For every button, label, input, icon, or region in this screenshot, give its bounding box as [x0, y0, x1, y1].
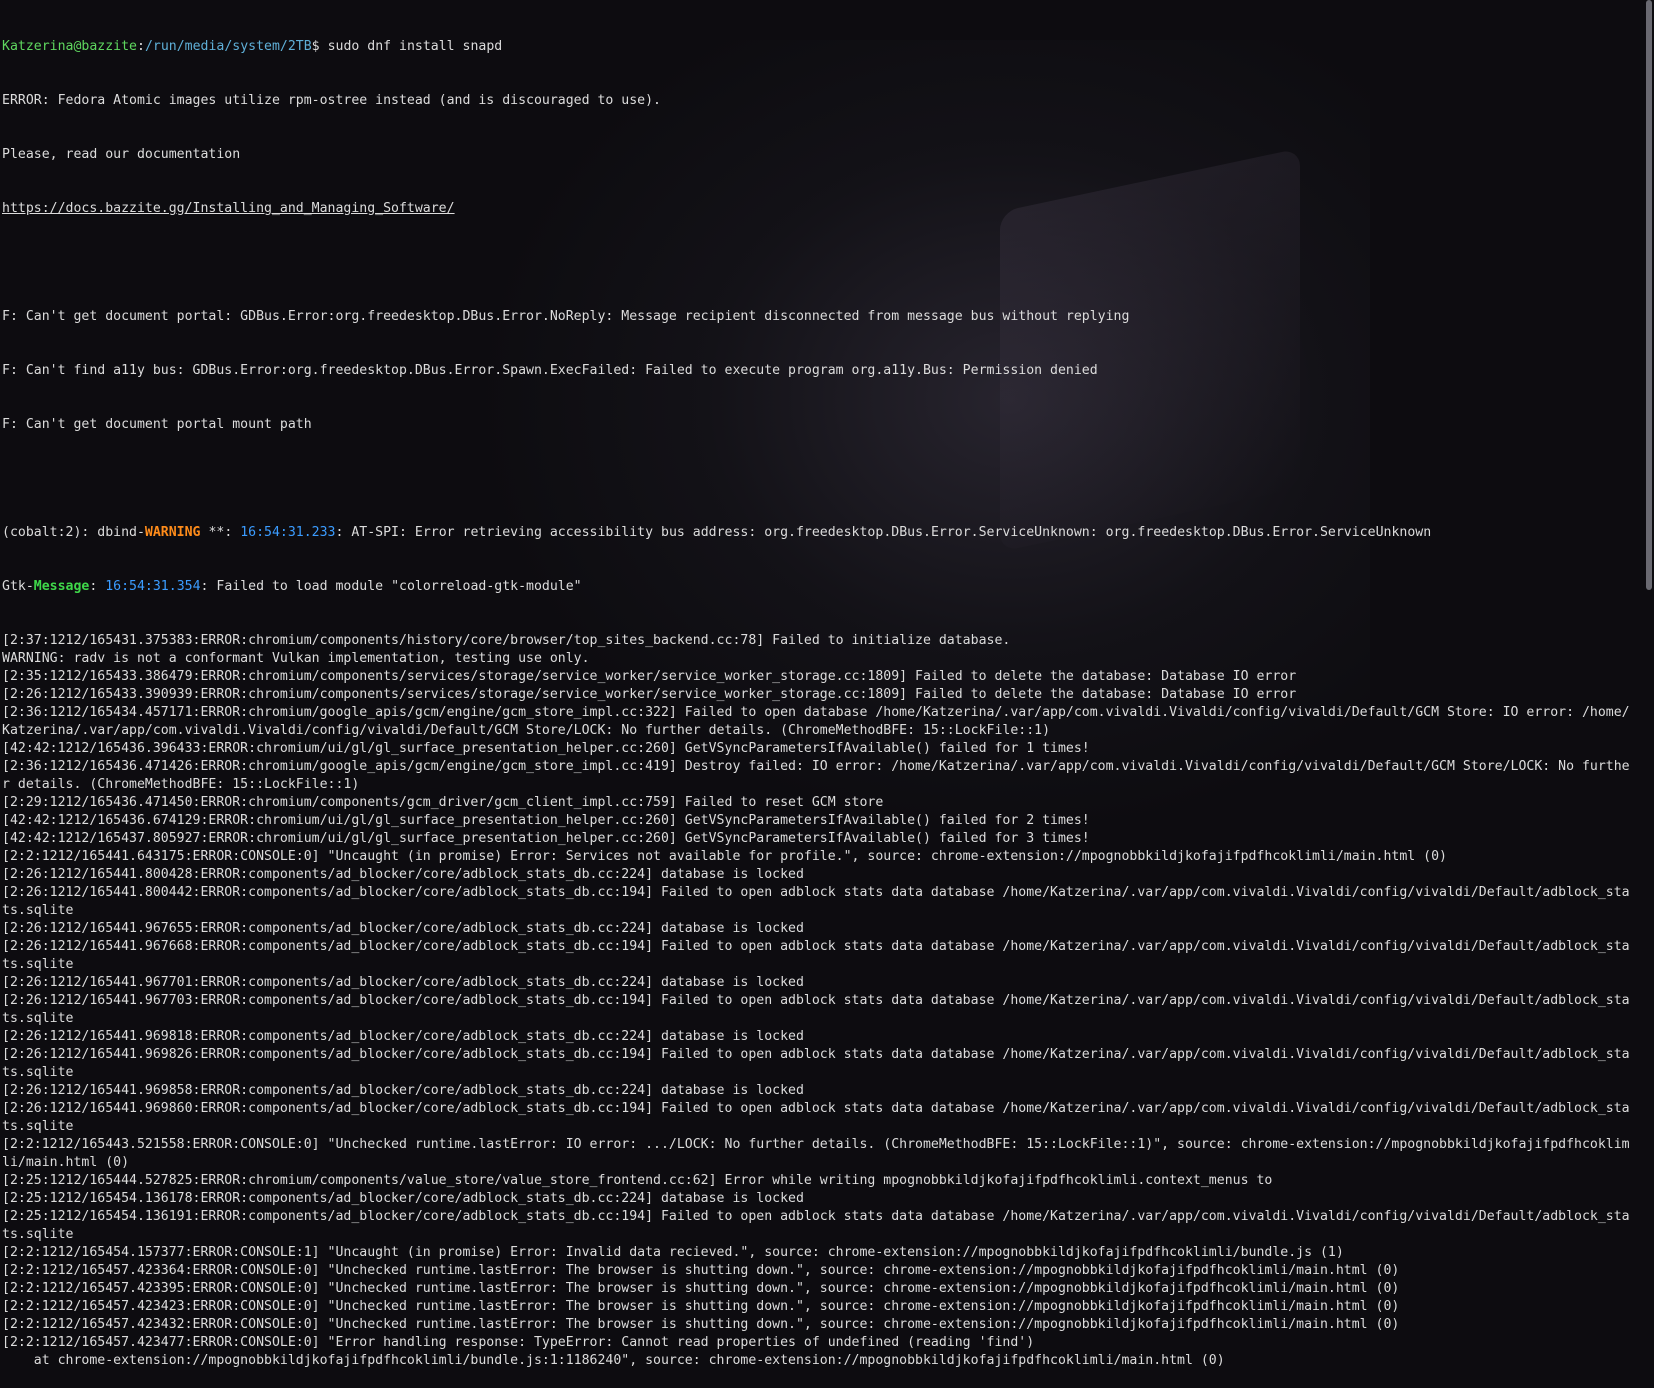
dbind-timestamp: 16:54:31.233	[240, 525, 336, 540]
scrollbar-thumb[interactable]	[1646, 0, 1652, 590]
log-line: [2:26:1212/165441.967655:ERROR:component…	[2, 921, 804, 936]
output-line: F: Can't find a11y bus: GDBus.Error:org.…	[2, 363, 1098, 378]
log-line: li/main.html (0)	[2, 1155, 130, 1170]
log-line: [2:36:1212/165436.471426:ERROR:chromium/…	[2, 759, 1630, 774]
log-line: [42:42:1212/165437.805927:ERROR:chromium…	[2, 831, 1090, 846]
log-line: [2:26:1212/165441.967668:ERROR:component…	[2, 939, 1630, 954]
prompt-user-host: Katzerina@bazzite	[2, 39, 137, 54]
log-line: ts.sqlite	[2, 903, 74, 918]
prompt-path: /run/media/system/2TB	[144, 39, 312, 54]
log-line: [2:25:1212/165444.527825:ERROR:chromium/…	[2, 1173, 1273, 1188]
prompt-command: sudo dnf install snapd	[327, 39, 503, 54]
dbind-prefix: (cobalt:2): dbind-	[2, 525, 145, 540]
prompt-separator: :	[136, 39, 145, 54]
prompt-dollar: $	[311, 39, 328, 54]
log-line: [2:29:1212/165436.471450:ERROR:chromium/…	[2, 795, 884, 810]
log-line: [2:2:1212/165457.423364:ERROR:CONSOLE:0]…	[2, 1263, 1400, 1278]
log-line: [2:25:1212/165454.136178:ERROR:component…	[2, 1191, 804, 1206]
log-line: [2:26:1212/165441.967703:ERROR:component…	[2, 993, 1630, 1008]
log-line: [42:42:1212/165436.674129:ERROR:chromium…	[2, 813, 1090, 828]
output-line: https://docs.bazzite.gg/Installing_and_M…	[2, 200, 1640, 218]
log-line: ts.sqlite	[2, 1227, 74, 1242]
log-line: ts.sqlite	[2, 1011, 74, 1026]
dbind-warning-line: (cobalt:2): dbind-WARNING **: 16:54:31.2…	[2, 524, 1640, 542]
log-line: [2:2:1212/165443.521558:ERROR:CONSOLE:0]…	[2, 1137, 1630, 1152]
documentation-link[interactable]: https://docs.bazzite.gg/Installing_and_M…	[2, 201, 455, 216]
log-line: [2:25:1212/165454.136191:ERROR:component…	[2, 1209, 1630, 1224]
log-line: [2:26:1212/165441.969860:ERROR:component…	[2, 1101, 1630, 1116]
log-line: ts.sqlite	[2, 1065, 74, 1080]
output-line: ERROR: Fedora Atomic images utilize rpm-…	[2, 93, 661, 108]
prompt-line: Katzerina@bazzite:/run/media/system/2TB$…	[2, 38, 1640, 56]
log-line: [2:26:1212/165441.800428:ERROR:component…	[2, 867, 804, 882]
gtk-colon: :	[89, 579, 106, 594]
log-line: [2:26:1212/165441.969858:ERROR:component…	[2, 1083, 804, 1098]
log-line: [42:42:1212/165436.396433:ERROR:chromium…	[2, 741, 1090, 756]
output-line: F: Can't get document portal: GDBus.Erro…	[2, 309, 1130, 324]
log-line: [2:2:1212/165441.643175:ERROR:CONSOLE:0]…	[2, 849, 1447, 864]
log-lines: [2:37:1212/165431.375383:ERROR:chromium/…	[2, 632, 1640, 1370]
message-level: Message	[33, 579, 90, 594]
log-line: WARNING: radv is not a conformant Vulkan…	[2, 651, 590, 666]
output-line: Please, read our documentation	[2, 147, 241, 162]
log-line: [2:2:1212/165457.423477:ERROR:CONSOLE:0]…	[2, 1335, 1035, 1350]
log-line: at chrome-extension://mpognobbkildjkofaj…	[2, 1353, 1225, 1368]
terminal-output[interactable]: Katzerina@bazzite:/run/media/system/2TB$…	[2, 2, 1640, 1368]
gtk-timestamp: 16:54:31.354	[105, 579, 201, 594]
gtk-message: : Failed to load module "colorreload-gtk…	[200, 579, 582, 594]
log-line: ts.sqlite	[2, 1119, 74, 1134]
log-line: ts.sqlite	[2, 957, 74, 972]
gtk-message-line: Gtk-Message: 16:54:31.354: Failed to loa…	[2, 578, 1640, 596]
log-line: [2:26:1212/165441.969818:ERROR:component…	[2, 1029, 804, 1044]
warning-level: WARNING	[144, 525, 201, 540]
log-line: [2:26:1212/165441.800442:ERROR:component…	[2, 885, 1630, 900]
log-line: [2:26:1212/165441.969826:ERROR:component…	[2, 1047, 1630, 1062]
log-line: [2:2:1212/165457.423432:ERROR:CONSOLE:0]…	[2, 1317, 1400, 1332]
log-line: [2:26:1212/165441.967701:ERROR:component…	[2, 975, 804, 990]
log-line: r details. (ChromeMethodBFE: 15::LockFil…	[2, 777, 360, 792]
output-line: F: Can't get document portal mount path	[2, 417, 312, 432]
scrollbar-track[interactable]	[1644, 0, 1654, 937]
log-line: [2:35:1212/165433.386479:ERROR:chromium/…	[2, 669, 1297, 684]
log-line: [2:36:1212/165434.457171:ERROR:chromium/…	[2, 705, 1630, 720]
log-line: [2:37:1212/165431.375383:ERROR:chromium/…	[2, 633, 1011, 648]
log-line: Katzerina/.var/app/com.vivaldi.Vivaldi/c…	[2, 723, 1051, 738]
gtk-prefix: Gtk-	[2, 579, 34, 594]
log-line: [2:26:1212/165433.390939:ERROR:chromium/…	[2, 687, 1297, 702]
log-line: [2:2:1212/165457.423423:ERROR:CONSOLE:0]…	[2, 1299, 1400, 1314]
dbind-message: : AT-SPI: Error retrieving accessibility…	[335, 525, 1432, 540]
log-line: [2:2:1212/165454.157377:ERROR:CONSOLE:1]…	[2, 1245, 1344, 1260]
log-line: [2:2:1212/165457.423395:ERROR:CONSOLE:0]…	[2, 1281, 1400, 1296]
dbind-stars: **:	[200, 525, 241, 540]
